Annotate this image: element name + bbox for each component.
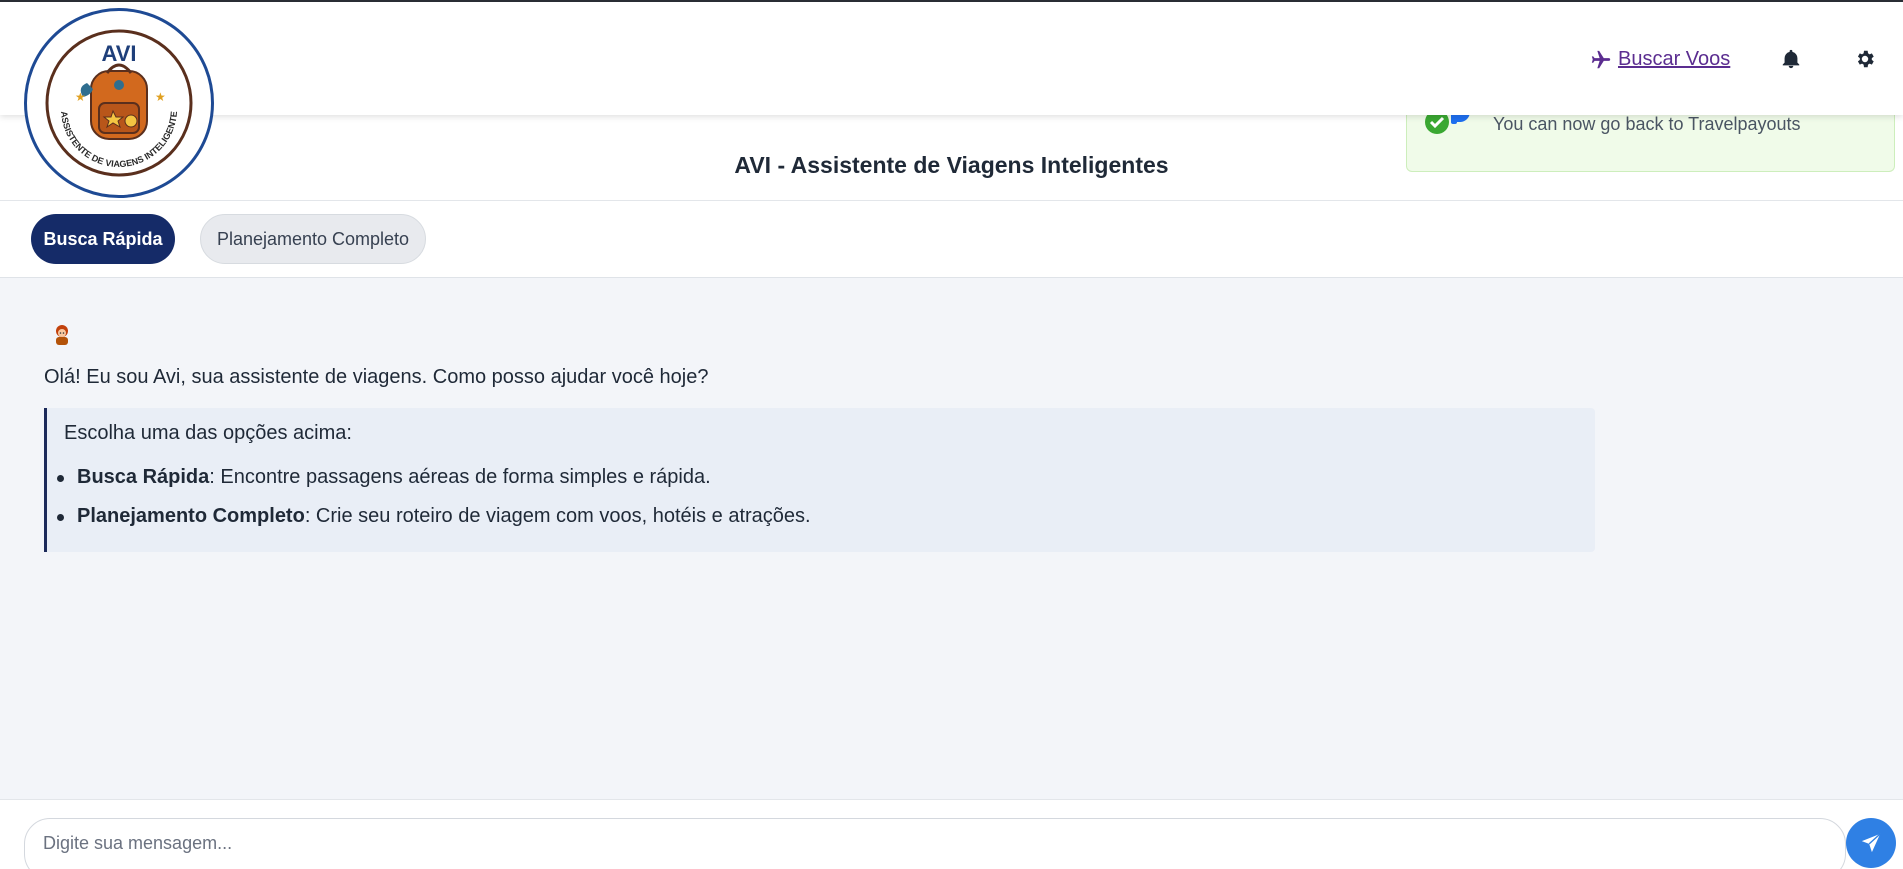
tab-planejamento-completo[interactable]: Planejamento Completo xyxy=(200,214,426,264)
send-icon xyxy=(1861,833,1881,853)
backpack-logo-icon: AVI ★ ★ ASSISTENTE DE VIAGENS INTELIGENT… xyxy=(45,29,193,177)
chat-area: Olá! Eu sou Avi, sua assistente de viage… xyxy=(0,279,1903,799)
bell-icon[interactable] xyxy=(1780,48,1802,70)
gear-icon[interactable] xyxy=(1854,48,1876,70)
logo-text: AVI xyxy=(101,41,136,66)
mode-tabs: Busca Rápida Planejamento Completo xyxy=(0,201,1903,278)
send-button[interactable] xyxy=(1846,818,1896,868)
option-title: Planejamento Completo xyxy=(77,505,305,527)
svg-text:★: ★ xyxy=(155,90,166,104)
navbar: Buscar Voos xyxy=(0,2,1903,115)
assistant-greeting: Olá! Eu sou Avi, sua assistente de viage… xyxy=(44,366,709,388)
svg-text:★: ★ xyxy=(75,90,86,104)
message-input-bar xyxy=(0,799,1903,869)
option-desc: : Crie seu roteiro de viagem com voos, h… xyxy=(304,505,811,527)
options-list: Busca Rápida: Encontre passagens aéreas … xyxy=(57,466,811,544)
tab-busca-rapida[interactable]: Busca Rápida xyxy=(31,214,175,264)
list-item: Busca Rápida: Encontre passagens aéreas … xyxy=(57,466,811,489)
options-intro: Escolha uma das opções acima: xyxy=(64,422,352,444)
toast-message: You can now go back to Travelpayouts xyxy=(1493,114,1801,134)
avi-logo[interactable]: AVI ★ ★ ASSISTENTE DE VIAGENS INTELIGENT… xyxy=(24,8,214,198)
search-flights-link[interactable]: Buscar Voos xyxy=(1590,48,1730,71)
option-desc: : Encontre passagens aéreas de forma sim… xyxy=(209,466,711,488)
message-input[interactable] xyxy=(24,818,1846,869)
assistant-avatar-icon xyxy=(56,325,68,345)
search-flights-label: Buscar Voos xyxy=(1618,48,1731,70)
travelpayouts-toast: You can now go back to Travelpayouts xyxy=(1406,108,1895,172)
airplane-icon xyxy=(1591,50,1611,68)
options-info-box: Escolha uma das opções acima: Busca Rápi… xyxy=(44,408,1595,552)
list-item: Planejamento Completo: Crie seu roteiro … xyxy=(57,505,811,528)
option-title: Busca Rápida xyxy=(77,466,210,488)
